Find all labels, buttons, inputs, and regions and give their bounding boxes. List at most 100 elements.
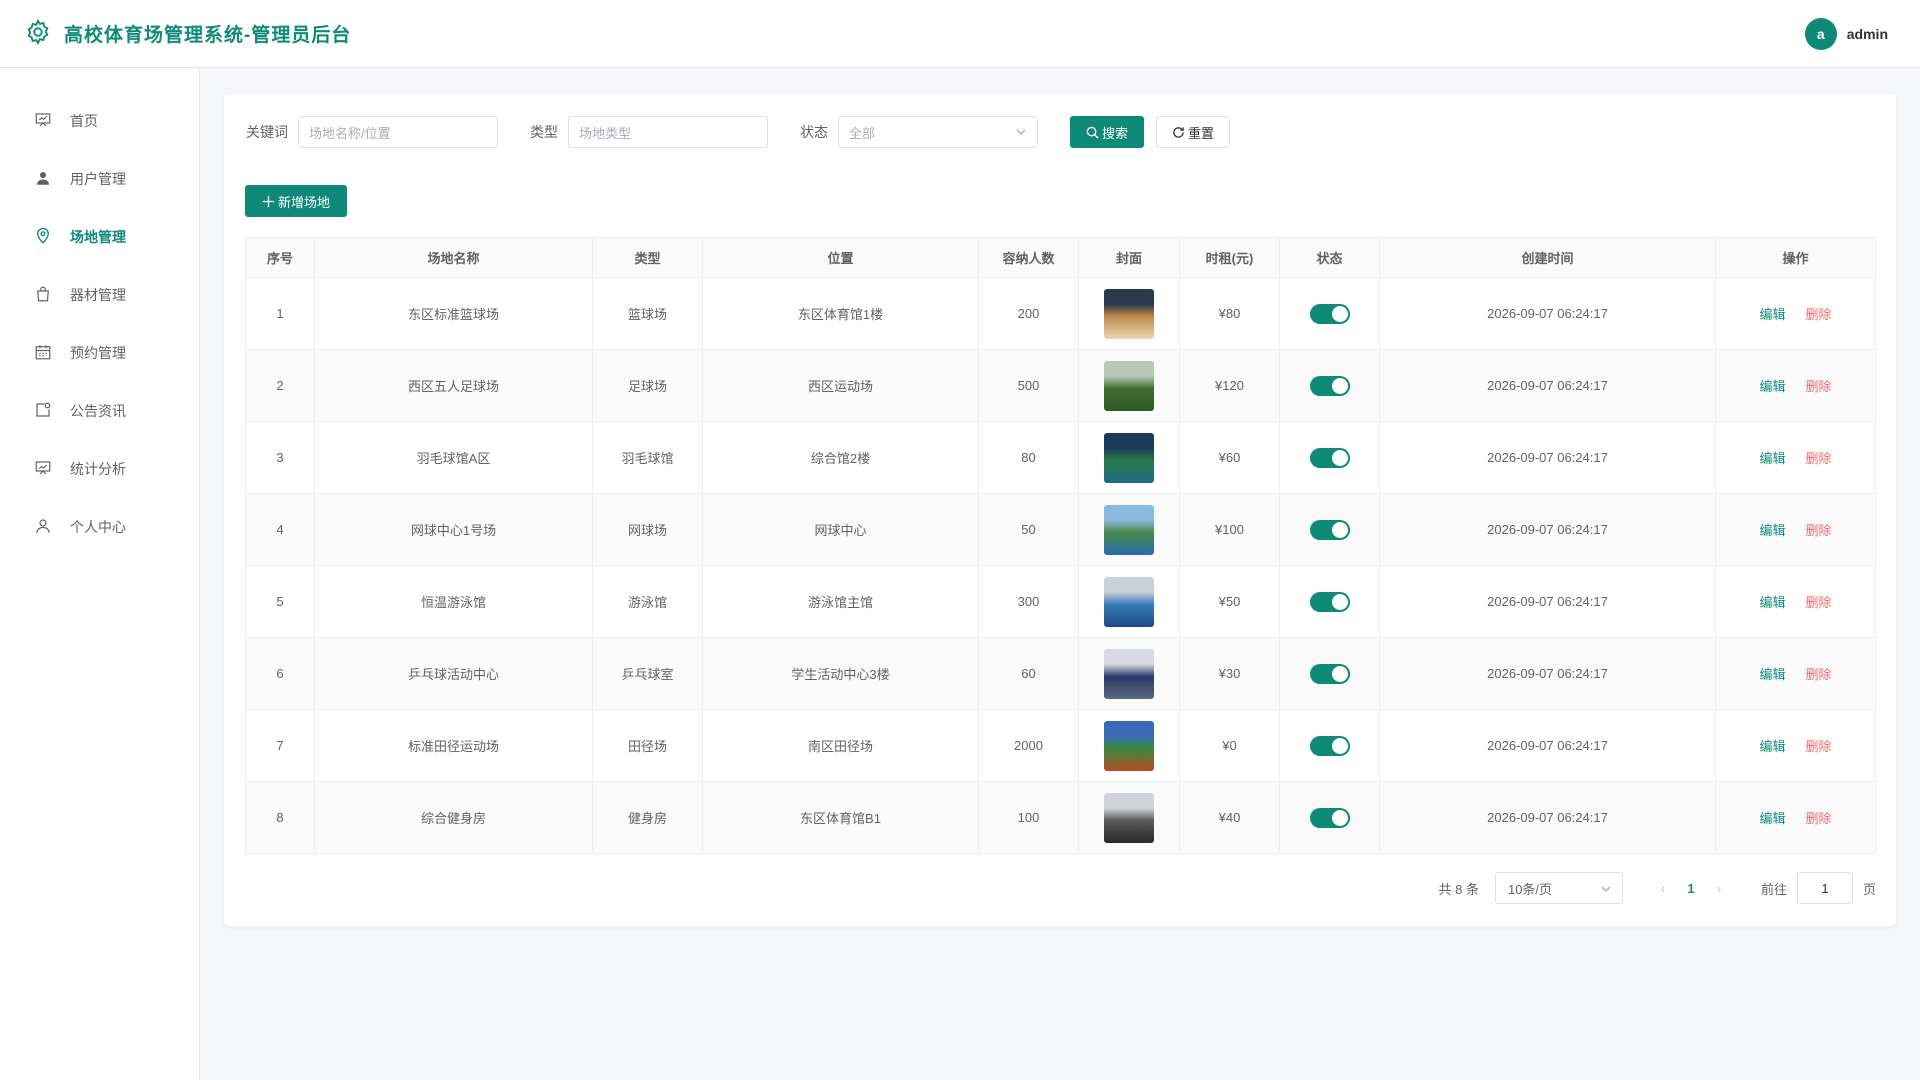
cover-cell <box>1078 565 1180 638</box>
status-toggle[interactable] <box>1309 303 1350 324</box>
delete-link[interactable]: 删除 <box>1806 451 1832 466</box>
page-size-select[interactable]: 10条/页 <box>1494 872 1623 904</box>
created-time: 2026-09-07 06:24:17 <box>1379 421 1716 494</box>
status-cell <box>1279 709 1380 782</box>
table-row: 6 乒乓球活动中心 乒乓球室 学生活动中心3楼 60 ¥30 2026-09-07 06:2… <box>245 637 1876 710</box>
status-cell <box>1279 277 1380 350</box>
actions-cell: 编辑 删除 <box>1715 349 1876 422</box>
table-row: 7 标准田径运动场 田径场 南区田径场 2000 ¥0 2026-09-07 06:24:1… <box>245 709 1876 782</box>
cover-image[interactable] <box>1104 720 1154 771</box>
delete-link[interactable]: 删除 <box>1806 595 1832 610</box>
calendar-icon <box>34 343 52 364</box>
venue-name: 乒乓球活动中心 <box>314 637 593 710</box>
status-select-value: 全部 <box>849 125 876 141</box>
status-toggle[interactable] <box>1309 591 1350 612</box>
edit-link[interactable]: 编辑 <box>1759 739 1785 754</box>
cover-image[interactable] <box>1104 288 1154 339</box>
cover-image[interactable] <box>1104 504 1154 555</box>
top-header: 高校体育场管理系统-管理员后台 a admin <box>0 0 1920 68</box>
edit-link[interactable]: 编辑 <box>1759 451 1785 466</box>
edit-link[interactable]: 编辑 <box>1759 379 1785 394</box>
venue-capacity: 50 <box>978 493 1079 566</box>
sidebar-item-home[interactable]: 首页 <box>0 92 199 150</box>
cover-image[interactable] <box>1104 648 1154 699</box>
prev-page-button[interactable]: ‹ <box>1649 881 1677 896</box>
gear-icon <box>24 18 52 49</box>
cover-cell <box>1078 421 1180 494</box>
brand: 高校体育场管理系统-管理员后台 <box>24 18 351 49</box>
cover-image[interactable] <box>1104 360 1154 411</box>
edit-link[interactable]: 编辑 <box>1759 811 1785 826</box>
table-row: 5 恒温游泳馆 游泳馆 游泳馆主馆 300 ¥50 2026-09-07 06:24:17 编… <box>245 565 1876 638</box>
sidebar-item-label: 预约管理 <box>70 345 126 361</box>
type-input[interactable]: 场地类型 <box>568 116 768 148</box>
delete-link[interactable]: 删除 <box>1806 811 1832 826</box>
reset-button-label: 重置 <box>1187 125 1214 141</box>
sidebar-item-label: 用户管理 <box>70 171 126 187</box>
status-toggle[interactable] <box>1309 735 1350 756</box>
keyword-input[interactable]: 场地名称/位置 <box>298 116 498 148</box>
search-button[interactable]: 搜索 <box>1070 116 1144 148</box>
hourly-price: ¥100 <box>1179 493 1280 566</box>
keyword-label: 关键词 <box>246 124 288 140</box>
sidebar-item-label: 场地管理 <box>70 229 126 245</box>
sidebar-item-bookings[interactable]: 预约管理 <box>0 324 199 382</box>
reset-button[interactable]: 重置 <box>1156 116 1230 148</box>
search-icon <box>1086 126 1099 139</box>
user-menu[interactable]: a admin <box>1804 17 1888 50</box>
row-index: 8 <box>245 781 315 854</box>
goto-label: 前往 <box>1760 881 1787 897</box>
sidebar-item-equipment[interactable]: 器材管理 <box>0 266 199 324</box>
username[interactable]: admin <box>1847 26 1888 42</box>
row-index: 7 <box>245 709 315 782</box>
cover-image[interactable] <box>1104 792 1154 843</box>
cover-cell <box>1078 781 1180 854</box>
table-header-row: 序号 场地名称 类型 位置 容纳人数 封面 时租(元) 状态 创建时间 操作 <box>245 237 1876 278</box>
venue-capacity: 60 <box>978 637 1079 710</box>
cover-cell <box>1078 349 1180 422</box>
column-header: 类型 <box>592 237 703 278</box>
sidebar-item-users[interactable]: 用户管理 <box>0 150 199 208</box>
sidebar-item-profile[interactable]: 个人中心 <box>0 498 199 556</box>
actions-cell: 编辑 删除 <box>1715 421 1876 494</box>
plus-icon <box>262 195 275 207</box>
venue-location: 东区体育馆B1 <box>702 781 979 854</box>
status-toggle[interactable] <box>1309 519 1350 540</box>
status-select[interactable]: 全部 <box>838 116 1038 148</box>
chart-board-icon <box>34 459 52 480</box>
delete-link[interactable]: 删除 <box>1806 523 1832 538</box>
venue-capacity: 2000 <box>978 709 1079 782</box>
notice-icon <box>34 401 52 422</box>
venue-type: 健身房 <box>592 781 703 854</box>
edit-link[interactable]: 编辑 <box>1759 307 1785 322</box>
sidebar-item-notices[interactable]: 公告资讯 <box>0 382 199 440</box>
sidebar-item-venues[interactable]: 场地管理 <box>0 208 199 266</box>
cover-image[interactable] <box>1104 576 1154 627</box>
column-header: 状态 <box>1279 237 1380 278</box>
page-number[interactable]: 1 <box>1677 881 1705 896</box>
goto-page-input[interactable]: 1 <box>1796 872 1853 904</box>
avatar[interactable]: a <box>1804 17 1837 50</box>
venue-type: 游泳馆 <box>592 565 703 638</box>
edit-link[interactable]: 编辑 <box>1759 523 1785 538</box>
delete-link[interactable]: 删除 <box>1806 739 1832 754</box>
created-time: 2026-09-07 06:24:17 <box>1379 637 1716 710</box>
cover-image[interactable] <box>1104 432 1154 483</box>
status-toggle[interactable] <box>1309 663 1350 684</box>
status-toggle[interactable] <box>1309 807 1350 828</box>
chevron-down-icon <box>1601 886 1611 892</box>
delete-link[interactable]: 删除 <box>1806 307 1832 322</box>
venue-type: 篮球场 <box>592 277 703 350</box>
next-page-button[interactable]: › <box>1705 881 1733 896</box>
cover-cell <box>1078 637 1180 710</box>
status-toggle[interactable] <box>1309 447 1350 468</box>
edit-link[interactable]: 编辑 <box>1759 595 1785 610</box>
delete-link[interactable]: 删除 <box>1806 379 1832 394</box>
status-toggle[interactable] <box>1309 375 1350 396</box>
page-suffix: 页 <box>1862 881 1876 897</box>
sidebar-item-statistics[interactable]: 统计分析 <box>0 440 199 498</box>
shopping-bag-icon <box>34 285 52 306</box>
add-venue-button[interactable]: 新增场地 <box>245 185 347 217</box>
edit-link[interactable]: 编辑 <box>1759 667 1785 682</box>
delete-link[interactable]: 删除 <box>1806 667 1832 682</box>
